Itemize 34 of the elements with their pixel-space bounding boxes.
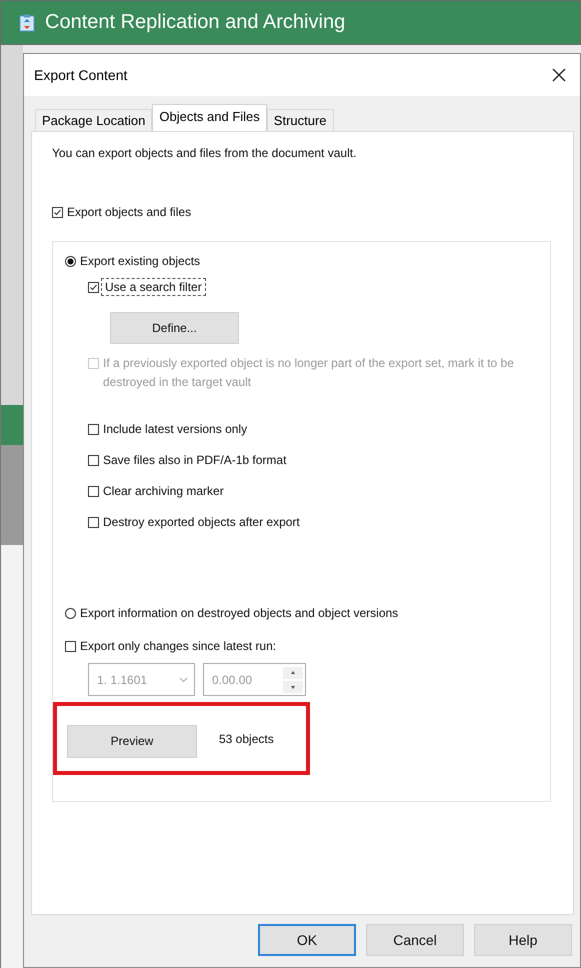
object-count: 53 objects <box>219 732 274 746</box>
app-title: Content Replication and Archiving <box>45 11 346 34</box>
checkbox[interactable] <box>52 206 63 218</box>
preview-button[interactable]: Preview <box>67 724 197 758</box>
checkbox[interactable] <box>88 454 99 466</box>
checkbox-label: Export objects and files <box>67 205 192 219</box>
intro-text: You can export objects and files from the document vault. <box>52 146 358 160</box>
chevron-icon <box>179 676 188 682</box>
checkbox-label: Destroy exported objects after export <box>103 515 300 529</box>
clipboard-icon <box>19 14 35 32</box>
dialog-button[interactable]: OK <box>258 924 356 956</box>
checkbox[interactable] <box>88 424 99 434</box>
close-icon[interactable] <box>552 68 566 82</box>
dialog-button[interactable]: Help <box>474 924 572 956</box>
checkbox[interactable] <box>88 486 99 496</box>
checkbox-label: Use a search filter <box>103 280 204 294</box>
tab[interactable]: Package Location <box>35 109 152 131</box>
radio-label: Export existing objects <box>80 254 200 268</box>
tab[interactable]: Structure <box>266 109 334 131</box>
checkbox-label: Save files also in PDF/A-1b format <box>103 453 286 467</box>
checkbox[interactable] <box>65 640 76 652</box>
checkbox[interactable] <box>88 282 99 292</box>
checkbox[interactable] <box>88 516 99 528</box>
define-button[interactable]: Define... <box>110 312 239 344</box>
radio-button[interactable] <box>65 256 76 266</box>
dialog-title: Export Content <box>34 67 128 83</box>
radio-button[interactable] <box>65 608 76 618</box>
checkbox-label: If a previously exported object is no longer part of the export set, mark it to be destroyed in the target vault <box>103 355 515 391</box>
checkbox-label: Include latest versions only <box>103 422 248 436</box>
tab[interactable]: Objects and Files <box>152 104 267 131</box>
checkbox-label: Clear archiving marker <box>103 484 224 498</box>
checkbox-label: Export only changes since latest run: <box>80 639 276 653</box>
radio-label: Export information on destroyed objects and object versions <box>80 606 398 620</box>
dialog-button[interactable]: Cancel <box>366 924 464 956</box>
